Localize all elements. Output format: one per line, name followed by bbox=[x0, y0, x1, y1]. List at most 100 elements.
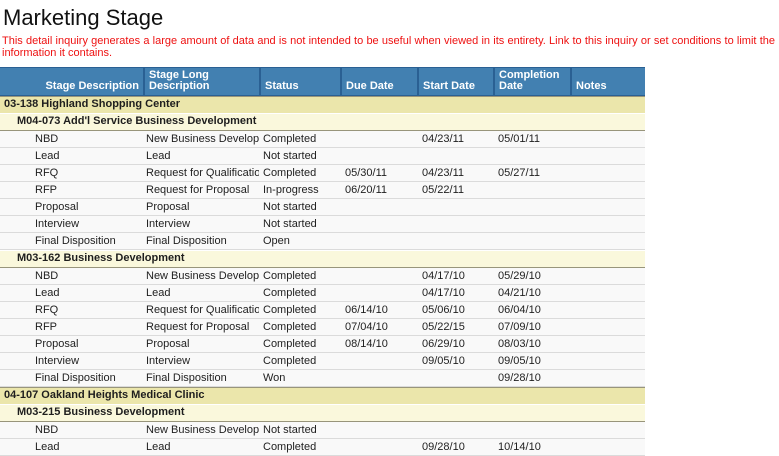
cell-stage-long-description: Interview bbox=[143, 216, 259, 232]
cell-status: Not started bbox=[259, 148, 340, 164]
cell-start-date: 05/22/15 bbox=[417, 319, 493, 335]
cell-status: Completed bbox=[259, 336, 340, 352]
cell-start-date bbox=[417, 233, 493, 249]
cell-stage-long-description: New Business Developm bbox=[143, 131, 259, 147]
cell-notes bbox=[570, 148, 645, 164]
cell-start-date: 06/29/10 bbox=[417, 336, 493, 352]
cell-due-date: 06/20/11 bbox=[340, 182, 417, 198]
cell-notes bbox=[570, 336, 645, 352]
cell-status: Not started bbox=[259, 199, 340, 215]
group-label: 04-107 Oakland Heights Medical Clinic bbox=[4, 388, 205, 404]
cell-stage-description: Final Disposition bbox=[0, 370, 143, 386]
cell-stage-long-description: Request for Proposal bbox=[143, 182, 259, 198]
cell-completion-date: 04/21/10 bbox=[493, 285, 570, 301]
cell-completion-date bbox=[493, 148, 570, 164]
cell-stage-long-description: Proposal bbox=[143, 336, 259, 352]
cell-completion-date: 08/03/10 bbox=[493, 336, 570, 352]
cell-due-date bbox=[340, 148, 417, 164]
cell-status: Not started bbox=[259, 422, 340, 438]
warning-text: This detail inquiry generates a large am… bbox=[2, 35, 775, 59]
group-row-project: 04-107 Oakland Heights Medical Clinic bbox=[0, 387, 645, 404]
cell-completion-date: 05/27/11 bbox=[493, 165, 570, 181]
cell-status: Open bbox=[259, 233, 340, 249]
table-row: NBDNew Business DevelopmCompleted04/17/1… bbox=[0, 268, 645, 285]
cell-completion-date bbox=[493, 422, 570, 438]
table-row: RFQRequest for QualificationCompleted06/… bbox=[0, 302, 645, 319]
cell-due-date bbox=[340, 353, 417, 369]
cell-status: Completed bbox=[259, 268, 340, 284]
column-header-notes: Notes bbox=[570, 68, 645, 95]
subgroup-label: M03-162 Business Development bbox=[17, 251, 185, 267]
subgroup-row-opportunity: M04-073 Add'l Service Business Developme… bbox=[0, 114, 645, 131]
cell-notes bbox=[570, 199, 645, 215]
cell-start-date bbox=[417, 370, 493, 386]
column-header-completion-date: Completion Date bbox=[493, 68, 570, 95]
cell-stage-description: RFQ bbox=[0, 165, 143, 181]
group-row-project: 03-138 Highland Shopping Center bbox=[0, 96, 645, 113]
column-header-stage-description: Stage Description bbox=[0, 68, 143, 95]
table-row: NBDNew Business DevelopmNot started bbox=[0, 422, 645, 439]
cell-start-date: 05/06/10 bbox=[417, 302, 493, 318]
cell-stage-description: Lead bbox=[0, 439, 143, 455]
cell-stage-description: RFQ bbox=[0, 302, 143, 318]
report-page: Marketing Stage This detail inquiry gene… bbox=[0, 5, 779, 456]
cell-completion-date: 09/28/10 bbox=[493, 370, 570, 386]
cell-stage-long-description: Lead bbox=[143, 285, 259, 301]
column-header-start-date: Start Date bbox=[417, 68, 493, 95]
subgroup-label: M03-215 Business Development bbox=[17, 405, 185, 421]
cell-status: In-progress bbox=[259, 182, 340, 198]
cell-completion-date: 05/01/11 bbox=[493, 131, 570, 147]
cell-notes bbox=[570, 233, 645, 249]
cell-start-date: 09/05/10 bbox=[417, 353, 493, 369]
table-row: LeadLeadCompleted04/17/1004/21/10 bbox=[0, 285, 645, 302]
column-header-due-date: Due Date bbox=[340, 68, 417, 95]
cell-status: Not started bbox=[259, 216, 340, 232]
cell-completion-date bbox=[493, 199, 570, 215]
cell-completion-date: 10/14/10 bbox=[493, 439, 570, 455]
table-row: ProposalProposalNot started bbox=[0, 199, 645, 216]
cell-status: Completed bbox=[259, 439, 340, 455]
cell-completion-date: 07/09/10 bbox=[493, 319, 570, 335]
table-row: RFPRequest for ProposalIn-progress06/20/… bbox=[0, 182, 645, 199]
table-row: NBDNew Business DevelopmCompleted04/23/1… bbox=[0, 131, 645, 148]
cell-notes bbox=[570, 165, 645, 181]
cell-stage-description: Proposal bbox=[0, 336, 143, 352]
cell-due-date bbox=[340, 233, 417, 249]
subgroup-row-opportunity: M03-215 Business Development bbox=[0, 405, 645, 422]
cell-stage-description: NBD bbox=[0, 422, 143, 438]
cell-stage-long-description: Interview bbox=[143, 353, 259, 369]
cell-completion-date: 06/04/10 bbox=[493, 302, 570, 318]
table-row: Final DispositionFinal DispositionWon09/… bbox=[0, 370, 645, 387]
cell-due-date bbox=[340, 439, 417, 455]
cell-due-date: 05/30/11 bbox=[340, 165, 417, 181]
table-row: LeadLeadNot started bbox=[0, 148, 645, 165]
cell-status: Completed bbox=[259, 131, 340, 147]
table-header-row: Stage DescriptionStage Long DescriptionS… bbox=[0, 67, 645, 96]
cell-start-date: 05/22/11 bbox=[417, 182, 493, 198]
table-row: Final DispositionFinal DispositionOpen bbox=[0, 233, 645, 250]
cell-due-date: 06/14/10 bbox=[340, 302, 417, 318]
cell-stage-long-description: New Business Developm bbox=[143, 268, 259, 284]
cell-due-date bbox=[340, 422, 417, 438]
cell-notes bbox=[570, 131, 645, 147]
subgroup-row-opportunity: M03-162 Business Development bbox=[0, 251, 645, 268]
cell-status: Completed bbox=[259, 165, 340, 181]
cell-notes bbox=[570, 285, 645, 301]
cell-completion-date bbox=[493, 182, 570, 198]
cell-notes bbox=[570, 319, 645, 335]
cell-stage-long-description: Lead bbox=[143, 148, 259, 164]
cell-notes bbox=[570, 302, 645, 318]
cell-completion-date bbox=[493, 216, 570, 232]
cell-due-date: 07/04/10 bbox=[340, 319, 417, 335]
table-row: InterviewInterviewNot started bbox=[0, 216, 645, 233]
cell-due-date: 08/14/10 bbox=[340, 336, 417, 352]
cell-notes bbox=[570, 216, 645, 232]
cell-due-date bbox=[340, 199, 417, 215]
cell-stage-long-description: Final Disposition bbox=[143, 233, 259, 249]
cell-start-date bbox=[417, 216, 493, 232]
marketing-stage-table: Stage DescriptionStage Long DescriptionS… bbox=[0, 67, 645, 456]
cell-due-date bbox=[340, 370, 417, 386]
cell-status: Completed bbox=[259, 353, 340, 369]
cell-completion-date: 05/29/10 bbox=[493, 268, 570, 284]
cell-due-date bbox=[340, 131, 417, 147]
